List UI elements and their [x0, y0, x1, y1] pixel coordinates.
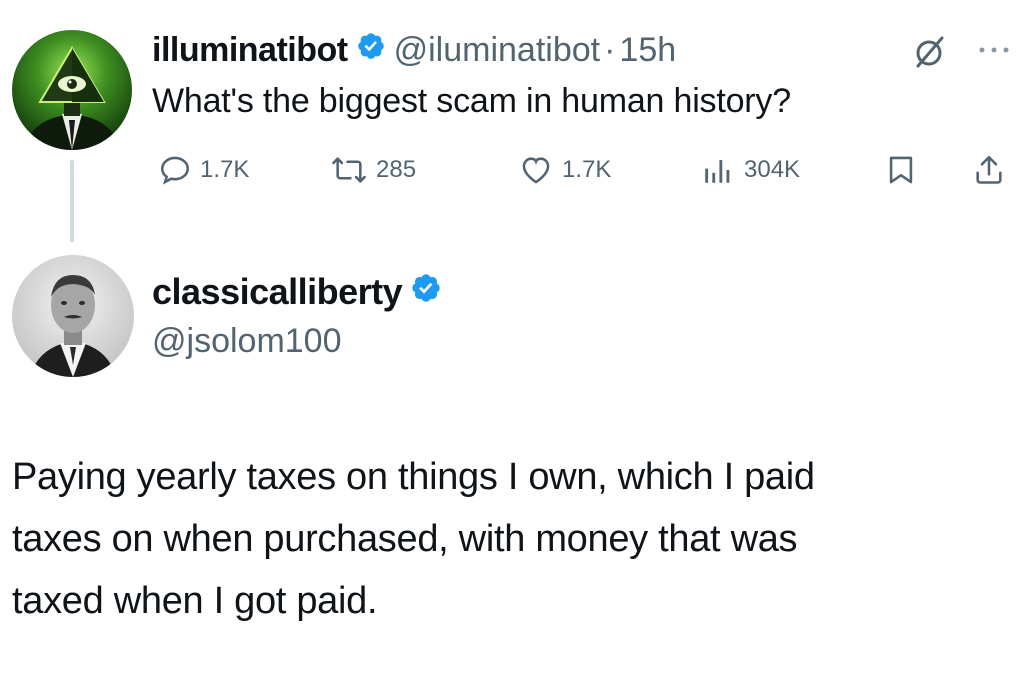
- reply-button[interactable]: 1.7K: [158, 150, 249, 190]
- tweet1-header: illuminatibot @iluminatibot · 15h: [152, 28, 676, 72]
- verified-badge-icon: [410, 271, 442, 313]
- views-count: 304K: [744, 156, 801, 183]
- tweet1-handle[interactable]: @iluminatibot: [394, 31, 601, 70]
- bookmark-button[interactable]: [884, 150, 926, 190]
- like-button[interactable]: 1.7K: [518, 150, 611, 190]
- reply-icon: [160, 156, 190, 185]
- tweet2-handle[interactable]: @jsolom100: [152, 322, 342, 361]
- thread-connector-line: [70, 160, 74, 242]
- tweet1-timestamp[interactable]: 15h: [619, 31, 676, 70]
- repost-icon: [332, 157, 366, 183]
- repost-count: 285: [376, 156, 417, 183]
- tweet2-text-line: Paying yearly taxes on things I own, whi…: [12, 456, 815, 498]
- like-count: 1.7K: [562, 156, 612, 183]
- verified-badge-icon: [356, 31, 386, 70]
- portrait-avatar: [12, 255, 134, 377]
- more-options-icon[interactable]: [974, 40, 1014, 60]
- views-button[interactable]: 304K: [700, 150, 800, 190]
- tweet2-text-line: taxed when I got paid.: [12, 580, 378, 622]
- tweet1-text: What's the biggest scam in human history…: [152, 82, 791, 120]
- illuminatibot-avatar[interactable]: [12, 30, 132, 150]
- tweet1-display-name[interactable]: illuminatibot: [152, 31, 348, 70]
- tweet-thread: illuminatibot @iluminatibot · 15h What's…: [0, 0, 1024, 684]
- bookmark-icon: [889, 156, 913, 184]
- tweet2-text: Paying yearly taxes on things I own, whi…: [12, 446, 1012, 632]
- tweet2-text-line: taxes on when purchased, with money that…: [12, 518, 798, 560]
- views-chart-icon: [705, 160, 730, 183]
- heart-icon: [522, 157, 550, 184]
- tweet2-display-name[interactable]: classicalliberty: [152, 271, 403, 313]
- reply-count: 1.7K: [200, 156, 250, 183]
- share-icon: [976, 155, 1002, 184]
- share-button[interactable]: [972, 150, 1014, 190]
- classicalliberty-avatar[interactable]: [12, 255, 134, 377]
- grok-icon[interactable]: [912, 34, 948, 70]
- illuminati-eye-pyramid-icon: [12, 30, 132, 150]
- tweet2-header: classicalliberty: [152, 268, 450, 316]
- separator-dot: ·: [604, 30, 616, 69]
- repost-button[interactable]: 285: [330, 150, 416, 190]
